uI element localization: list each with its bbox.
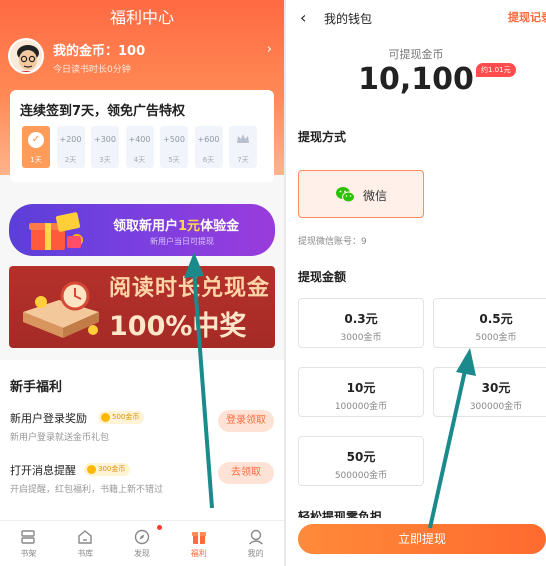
tab-label: 发现 — [133, 549, 150, 558]
available-coins-label: 可提现金币 — [388, 48, 444, 61]
signin-day-1[interactable]: ✓ 1天 — [22, 126, 50, 168]
tab-welfare[interactable]: 福利 — [170, 521, 227, 566]
back-arrow-icon[interactable]: ‹ — [300, 8, 306, 27]
amount-coins: 5000金币 — [475, 333, 517, 343]
signin-title: 连续签到7天，领免广告特权 — [20, 104, 186, 119]
wechat-icon — [336, 187, 355, 203]
signin-day-3[interactable]: +300 3天 — [91, 126, 119, 168]
amount-option-0-3[interactable]: 0.3元 3000金币 — [298, 298, 424, 348]
day-label: 1天 — [30, 156, 42, 164]
wechat-method-option[interactable]: 微信 — [298, 170, 424, 218]
notification-dot — [156, 525, 162, 530]
day-label: 2天 — [64, 156, 77, 164]
tab-label: 我的 — [247, 549, 264, 558]
wallet-screen: ‹ 我的钱包 提现记录 可提现金币 10,100 约1.01元 提现方式 微信 … — [286, 0, 546, 566]
amount-coins: 100000金币 — [334, 402, 388, 412]
amount-option-0-5[interactable]: 0.5元 5000金币 — [433, 298, 546, 348]
wechat-label: 微信 — [363, 189, 388, 203]
amount-title: 提现金额 — [298, 270, 347, 284]
task-name: 打开消息提醒 — [10, 464, 76, 477]
tab-discover[interactable]: 发现 — [114, 521, 171, 566]
signin-day-7[interactable]: 7天 — [229, 126, 257, 168]
amount-option-50[interactable]: 50元 500000金币 — [298, 436, 424, 486]
withdraw-record-link[interactable]: 提现记录 — [508, 9, 546, 25]
trial-banner-subtitle: 新用户当日可提现 — [150, 237, 214, 246]
gift-icon — [191, 532, 206, 544]
signin-day-2[interactable]: +200 2天 — [56, 126, 85, 168]
coin-badge: 300金币 — [84, 463, 131, 476]
bookshelf-icon — [21, 530, 36, 544]
read-time-cash-banner[interactable]: 阅读时长兑现金 100%中奖 — [9, 266, 275, 348]
tab-label: 福利 — [190, 549, 207, 558]
welfare-center-screen: 福利中心 我的金币：100 今日读书时长0分钟 › 连续签到7天，领免广告特权 … — [0, 0, 284, 566]
amount-coins: 300000金币 — [469, 402, 523, 412]
signin-days: ✓ 1天 +200 2天 +300 3天 +400 4天 +500 5天 +60… — [22, 126, 264, 168]
method-title: 提现方式 — [298, 130, 347, 144]
page-title: 福利中心 — [109, 8, 174, 27]
task-desc: 开启提醒，红包福利，书籍上新不错过 — [10, 485, 164, 495]
my-coins-label[interactable]: 我的金币：100 — [53, 40, 145, 59]
new-user-trial-banner[interactable]: 领取新用户1元体验金 新用户当日可提现 — [9, 204, 275, 256]
day-label: 5天 — [168, 156, 180, 164]
signin-day-6[interactable]: +600 6天 — [194, 126, 223, 168]
amount-option-10[interactable]: 10元 100000金币 — [298, 367, 424, 417]
day-label: 7天 — [237, 156, 249, 164]
task-name: 新用户登录奖励 — [10, 412, 87, 425]
novice-title: 新手福利 — [10, 380, 63, 395]
read-cash-subtitle: 100%中奖 — [109, 311, 247, 342]
amount-option-30[interactable]: 30元 300000金币 — [433, 367, 546, 417]
amount-value: 30元 — [481, 381, 511, 395]
wallet-header: ‹ 我的钱包 提现记录 — [286, 0, 546, 40]
compass-icon — [134, 529, 150, 545]
avatar[interactable] — [8, 38, 44, 74]
chevron-right-icon[interactable]: › — [267, 42, 272, 57]
wechat-account-text: 提现微信账号：9 — [298, 237, 367, 247]
library-icon — [78, 530, 92, 544]
login-claim-button[interactable]: 登录领取 — [218, 410, 274, 432]
tab-profile[interactable]: 我的 — [227, 521, 284, 566]
signin-day-4[interactable]: +400 4天 — [125, 126, 154, 168]
signin-day-5[interactable]: +500 5天 — [160, 126, 188, 168]
bottom-tab-bar: 书架 书库 发现 福利 我的 — [0, 520, 284, 566]
day-points: +300 — [94, 135, 116, 144]
gift-box-icon — [29, 212, 83, 250]
day-label: 3天 — [99, 156, 111, 164]
go-claim-button[interactable]: 去领取 — [218, 462, 274, 484]
approx-cash-badge: 约1.01元 — [476, 63, 516, 77]
wallet-title: 我的钱包 — [324, 12, 373, 26]
tab-label: 书架 — [20, 549, 37, 558]
tab-bookshelf[interactable]: 书架 — [0, 521, 57, 566]
amount-value: 0.3元 — [344, 312, 378, 326]
read-time-text: 今日读书时长0分钟 — [53, 65, 131, 75]
checkmark-icon: ✓ — [28, 132, 44, 148]
amount-value: 0.5元 — [479, 312, 513, 326]
task-desc: 新用户登录就送金币礼包 — [10, 433, 110, 443]
tab-library[interactable]: 书库 — [57, 521, 114, 566]
day-points: +200 — [59, 135, 82, 144]
day-points: +500 — [163, 135, 185, 144]
novice-welfare-section: 新手福利 新用户登录奖励 500金币 新用户登录就送金币礼包 登录领取 打开消息… — [0, 360, 284, 520]
profile-icon — [248, 529, 263, 545]
crown-icon — [237, 134, 249, 143]
amount-value: 50元 — [346, 450, 376, 464]
tab-label: 书库 — [77, 549, 94, 558]
avatar-cartoon-icon — [10, 40, 42, 72]
day-label: 6天 — [202, 156, 215, 164]
cutoff-section-title: 轻松提现零负担 — [298, 510, 383, 518]
amount-value: 10元 — [346, 381, 376, 395]
withdraw-now-button[interactable]: 立即提现 — [298, 524, 546, 554]
day-points: +400 — [128, 135, 151, 144]
day-label: 4天 — [133, 156, 146, 164]
book-clock-icon — [23, 281, 99, 338]
coin-badge: 500金币 — [98, 411, 145, 424]
trial-banner-title: 领取新用户1元体验金 — [113, 219, 240, 234]
amount-coins: 500000金币 — [334, 471, 388, 481]
day-points: +600 — [197, 135, 220, 144]
amount-coins: 3000金币 — [340, 333, 382, 343]
signin-card: 连续签到7天，领免广告特权 ✓ 1天 +200 2天 +300 3天 +400 … — [10, 90, 274, 182]
read-cash-title: 阅读时长兑现金 — [109, 276, 271, 301]
